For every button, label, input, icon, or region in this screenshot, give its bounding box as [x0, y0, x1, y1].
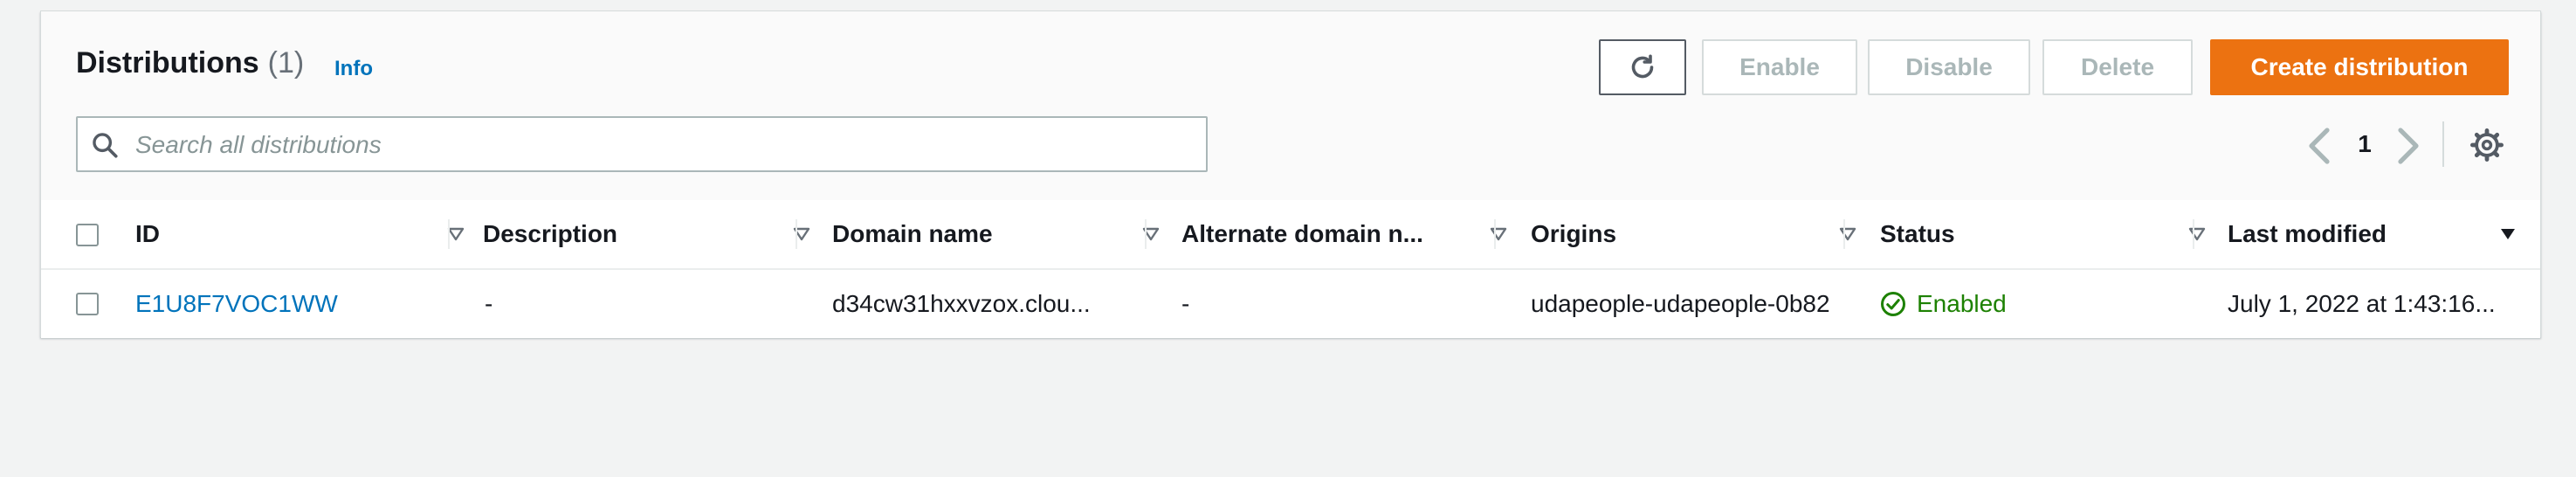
cell-description: - — [485, 290, 493, 317]
column-label: Description — [483, 220, 618, 247]
sort-icon[interactable] — [2187, 225, 2207, 244]
cell-origins: udapeople-udapeople-0b82 — [1531, 290, 1830, 317]
sort-icon[interactable] — [1838, 225, 1857, 244]
column-label: Status — [1880, 220, 1955, 247]
cell-status: Enabled — [1880, 270, 2186, 338]
distribution-id-link[interactable]: E1U8F7VOC1WW — [135, 270, 450, 338]
column-label: Origins — [1531, 220, 1617, 247]
table-header: ID Description Domain name Alternate dom… — [41, 200, 2540, 270]
search-input[interactable] — [134, 125, 1185, 165]
sort-descending-icon[interactable] — [2498, 225, 2517, 244]
panel-header: Distributions (1) Info Enable Disable Del… — [41, 11, 2540, 201]
sort-icon[interactable] — [1489, 225, 1508, 244]
refresh-button[interactable] — [1599, 39, 1686, 95]
column-separator[interactable] — [2193, 219, 2194, 249]
cell-domain-name: d34cw31hxxvzox.clou... — [832, 290, 1091, 317]
column-header-last-modified[interactable]: Last modified — [2228, 200, 2524, 268]
distributions-panel: Distributions (1) Info Enable Disable Del… — [40, 10, 2541, 338]
row-select-checkbox[interactable] — [76, 293, 99, 315]
column-separator[interactable] — [796, 219, 797, 249]
column-separator[interactable] — [1145, 219, 1147, 249]
column-label: Alternate domain n... — [1181, 220, 1423, 247]
column-separator[interactable] — [448, 219, 450, 249]
column-label: Last modified — [2228, 220, 2387, 247]
status-badge: Enabled — [1917, 290, 2007, 317]
page-title: Distributions (1) — [76, 46, 304, 80]
status-success-icon — [1881, 292, 1905, 316]
column-separator[interactable] — [1494, 219, 1496, 249]
column-header-domain-name[interactable]: Domain name — [832, 200, 1164, 268]
column-header-description[interactable]: Description — [483, 200, 815, 268]
page-title-text: Distributions — [76, 46, 259, 80]
cell-last-modified: July 1, 2022 at 1:43:16... — [2228, 290, 2496, 317]
refresh-icon — [1631, 54, 1654, 79]
table-row[interactable]: E1U8F7VOC1WW - d34cw31hxxvzox.clou... - … — [41, 270, 2540, 338]
distribution-count: (1) — [267, 46, 305, 80]
create-distribution-button[interactable]: Create distribution — [2210, 39, 2509, 95]
select-all-checkbox[interactable] — [76, 224, 99, 246]
column-header-alternate-domain[interactable]: Alternate domain n... — [1181, 200, 1513, 268]
info-link[interactable]: Info — [334, 57, 373, 81]
delete-button[interactable]: Delete — [2042, 39, 2193, 95]
enable-button[interactable]: Enable — [1702, 39, 1857, 95]
column-header-status[interactable]: Status — [1880, 200, 2212, 268]
column-label: ID — [135, 220, 160, 247]
column-separator[interactable] — [1843, 219, 1845, 249]
column-header-id[interactable]: ID — [135, 200, 467, 268]
current-page-number[interactable]: 1 — [2350, 125, 2380, 163]
pagination-divider — [2442, 121, 2444, 167]
column-header-origins[interactable]: Origins — [1531, 200, 1863, 268]
next-page-icon[interactable] — [2393, 127, 2421, 165]
disable-button[interactable]: Disable — [1868, 39, 2030, 95]
column-label: Domain name — [832, 220, 993, 247]
settings-gear-icon[interactable] — [2470, 128, 2504, 162]
search-box — [76, 116, 1208, 172]
previous-page-icon[interactable] — [2306, 127, 2334, 165]
search-icon — [93, 133, 118, 158]
cell-alternate-domain: - — [1181, 290, 1190, 317]
